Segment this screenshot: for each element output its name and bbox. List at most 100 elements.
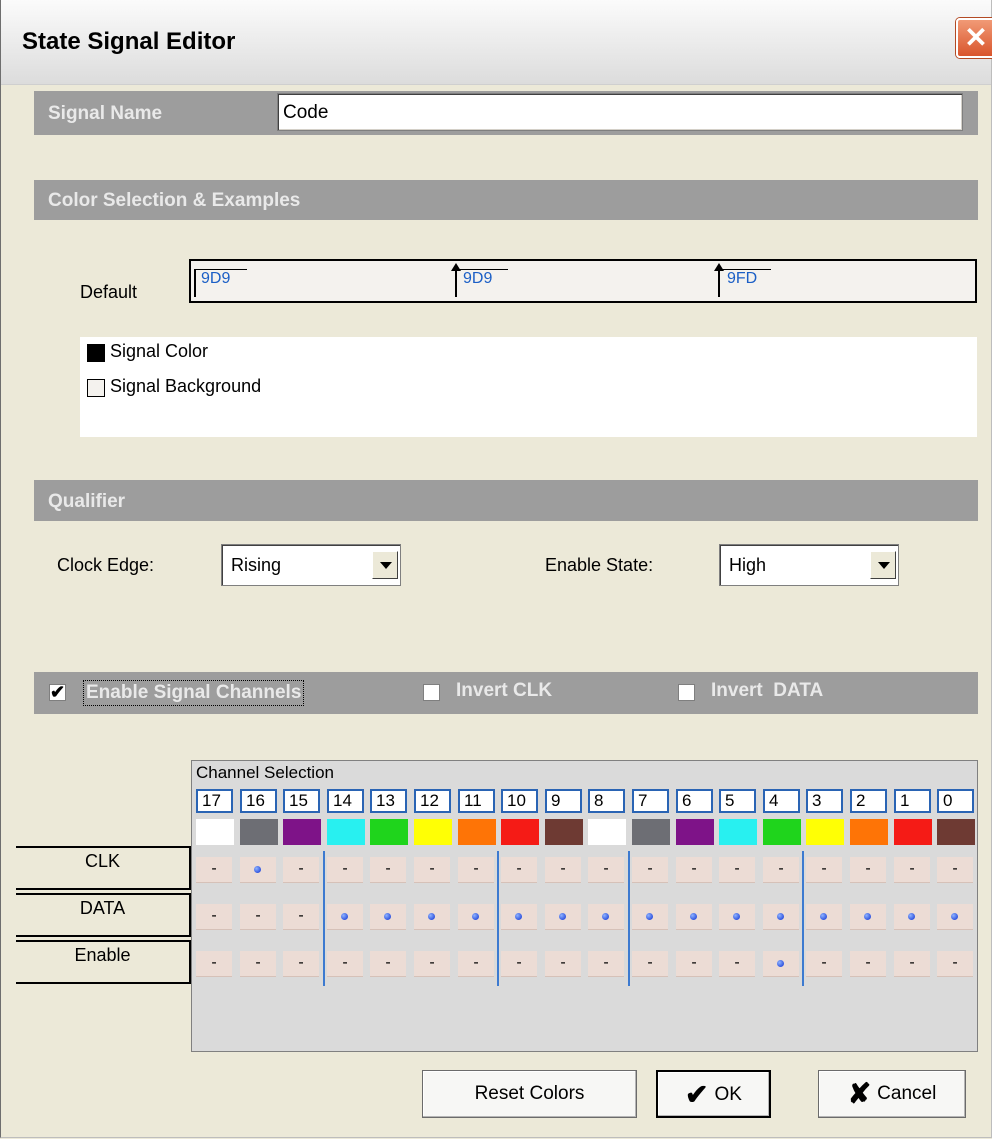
channel-cell[interactable] [327,904,363,930]
channel-color-swatch[interactable] [894,819,932,845]
channel-cell[interactable] [676,904,712,930]
channel-number: 9 [545,789,582,813]
signal-name-input[interactable]: Code [277,93,963,131]
channel-color-swatch[interactable] [719,819,757,845]
channel-cell[interactable] [806,904,842,930]
channel-cell[interactable] [763,904,799,930]
row-label-clk: CLK [16,846,191,890]
enable-signal-channels-label[interactable]: Enable Signal Channels [83,680,305,706]
channel-cell[interactable]: - [283,951,319,977]
channel-cell[interactable]: - [676,951,712,977]
channel-cell[interactable]: - [806,951,842,977]
ok-button[interactable]: ✔ OK [656,1070,771,1118]
channel-cell[interactable] [894,904,930,930]
channel-color-swatch[interactable] [588,819,626,845]
channel-color-swatch[interactable] [240,819,278,845]
channel-cell[interactable] [763,951,799,977]
channel-color-swatch[interactable] [676,819,714,845]
channel-cell[interactable]: - [763,857,799,883]
channel-color-swatch[interactable] [850,819,888,845]
channel-cell[interactable]: - [894,857,930,883]
channel-cell[interactable]: - [458,951,494,977]
channel-cell[interactable]: - [501,857,537,883]
channel-cell[interactable]: - [283,904,319,930]
channel-cell[interactable]: - [196,951,232,977]
channel-cell[interactable]: - [588,951,624,977]
channel-cell[interactable]: - [632,951,668,977]
channel-color-swatch[interactable] [414,819,452,845]
channel-cell[interactable] [588,904,624,930]
channel-cell[interactable] [850,904,886,930]
chevron-down-icon[interactable] [870,551,896,579]
channel-cell[interactable]: - [937,951,973,977]
invert-clk-checkbox[interactable] [423,684,440,701]
channel-cell[interactable]: - [414,857,450,883]
channel-cell[interactable]: - [719,857,755,883]
title-bar[interactable]: State Signal Editor ✕ [1,0,992,85]
group-separator [323,851,325,986]
channel-cell[interactable]: - [240,904,276,930]
cancel-button[interactable]: ✘ Cancel [818,1070,966,1118]
channel-number: 2 [850,789,887,813]
clock-edge-value: Rising [231,555,282,575]
channel-cell[interactable]: - [370,951,406,977]
channel-color-swatch[interactable] [545,819,583,845]
channel-cell[interactable]: - [545,857,581,883]
chevron-down-icon[interactable] [372,551,398,579]
channel-cell[interactable] [719,904,755,930]
invert-clk-label[interactable]: Invert CLK [456,680,552,702]
channel-color-swatch[interactable] [327,819,365,845]
channel-cell[interactable] [370,904,406,930]
channel-color-swatch[interactable] [283,819,321,845]
channel-cell[interactable] [632,904,668,930]
group-separator [497,851,499,986]
close-icon[interactable]: ✕ [956,18,992,58]
channel-cell[interactable]: - [414,951,450,977]
channel-color-swatch[interactable] [370,819,408,845]
channel-cell[interactable]: - [937,857,973,883]
channel-color-swatch[interactable] [196,819,234,845]
signal-background-swatch[interactable] [87,379,105,397]
channel-cell[interactable]: - [806,857,842,883]
channel-number: 8 [588,789,625,813]
channel-cell[interactable] [501,904,537,930]
channel-cell[interactable] [240,857,276,883]
channel-cell[interactable]: - [632,857,668,883]
channel-cell[interactable]: - [196,857,232,883]
channel-cell[interactable] [545,904,581,930]
channel-color-swatch[interactable] [763,819,801,845]
signal-color-swatch[interactable] [87,344,105,362]
channel-cell[interactable]: - [676,857,712,883]
channel-color-swatch[interactable] [937,819,975,845]
channel-color-swatch[interactable] [501,819,539,845]
channel-cell[interactable]: - [327,951,363,977]
channel-cell[interactable]: - [588,857,624,883]
signal-background-label[interactable]: Signal Background [110,376,261,397]
channel-cell[interactable]: - [327,857,363,883]
channel-cell[interactable]: - [458,857,494,883]
channel-color-swatch[interactable] [458,819,496,845]
clock-edge-select[interactable]: Rising [221,544,401,586]
invert-data-checkbox[interactable] [678,684,695,701]
channel-color-swatch[interactable] [632,819,670,845]
channel-cell[interactable] [414,904,450,930]
channel-cell[interactable]: - [240,951,276,977]
reset-colors-button[interactable]: Reset Colors [422,1070,637,1118]
invert-data-label[interactable]: Invert DATA [711,680,823,702]
channel-cell[interactable]: - [545,951,581,977]
channel-cell[interactable]: - [850,857,886,883]
channel-cell[interactable]: - [196,904,232,930]
signal-color-label[interactable]: Signal Color [110,341,208,362]
channel-cell[interactable] [458,904,494,930]
channel-cell[interactable]: - [283,857,319,883]
channel-cell[interactable]: - [501,951,537,977]
channel-color-swatch[interactable] [806,819,844,845]
channel-cell[interactable]: - [370,857,406,883]
channel-cell[interactable]: - [894,951,930,977]
row-label-enable: Enable [16,940,191,984]
channel-cell[interactable] [937,904,973,930]
enable-state-select[interactable]: High [719,544,899,586]
channel-cell[interactable]: - [719,951,755,977]
channel-cell[interactable]: - [850,951,886,977]
enable-signal-channels-checkbox[interactable]: ✔ [49,683,66,701]
